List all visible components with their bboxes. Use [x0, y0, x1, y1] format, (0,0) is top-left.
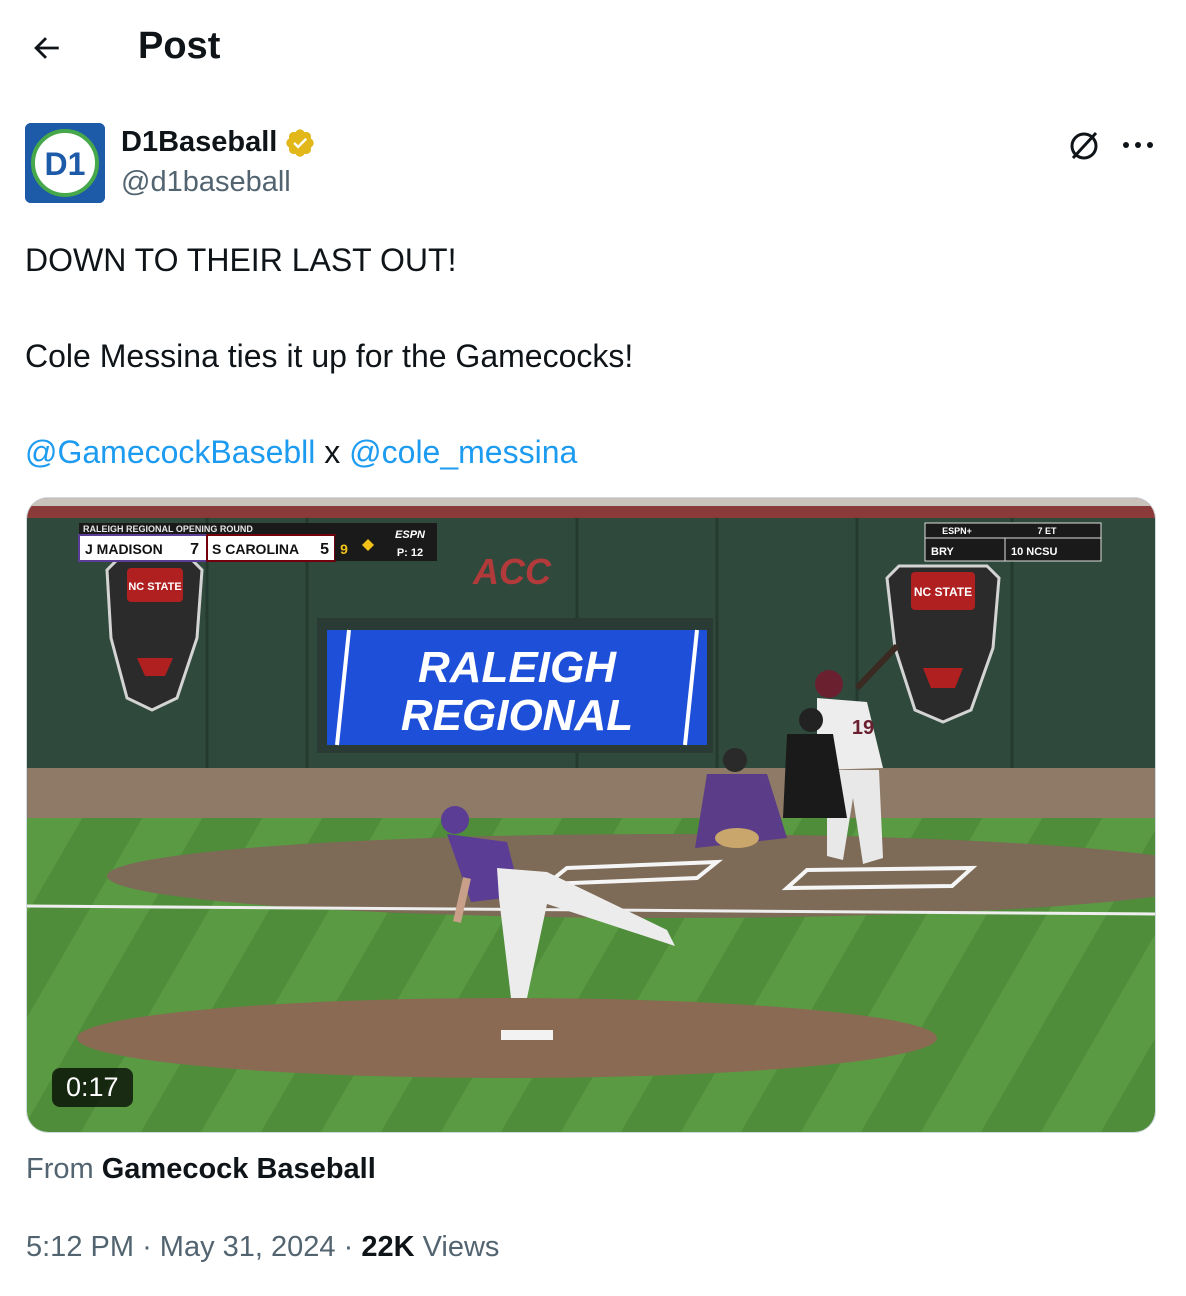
- mention-separator: x: [315, 434, 350, 470]
- post-time[interactable]: 5:12 PM: [26, 1231, 134, 1263]
- author-handle[interactable]: @d1baseball: [121, 166, 291, 199]
- video-duration-badge: 0:17: [52, 1068, 133, 1107]
- post-text: DOWN TO THEIR LAST OUT! Cole Messina tie…: [25, 236, 1155, 476]
- post-text-line: DOWN TO THEIR LAST OUT!: [25, 242, 457, 278]
- ticker-team1: BRY: [931, 546, 954, 558]
- mentions-line: @GamecockBasebll x @cole_messina: [25, 428, 1155, 476]
- author-name[interactable]: D1Baseball: [121, 126, 277, 159]
- mention-link[interactable]: @GamecockBasebll: [25, 434, 315, 470]
- scorebug-score1: 7: [190, 541, 199, 558]
- mention-link[interactable]: @cole_messina: [349, 434, 577, 470]
- more-options-icon[interactable]: [1118, 128, 1158, 164]
- author-name-row: D1Baseball: [121, 126, 316, 159]
- meta-separator: ·: [142, 1231, 152, 1263]
- back-arrow-icon[interactable]: [26, 28, 66, 68]
- avatar-logo-text: D1: [45, 146, 86, 182]
- top-bar: Post: [0, 0, 1186, 96]
- grok-icon[interactable]: [1066, 128, 1102, 164]
- ticker-team2: 10 NCSU: [1011, 546, 1058, 558]
- mascot-label: NC STATE: [128, 581, 181, 593]
- meta-separator: ·: [343, 1231, 354, 1263]
- views-label: Views: [422, 1231, 500, 1263]
- score-bug: RALEIGH REGIONAL OPENING ROUND J MADISON…: [78, 523, 437, 562]
- post-date[interactable]: May 31, 2024: [160, 1231, 336, 1263]
- verified-badge-icon: [286, 128, 315, 157]
- scorebug-score2: 5: [320, 541, 329, 558]
- acc-wall-logo: ACC: [472, 551, 552, 592]
- ticker-network: ESPN+: [942, 526, 972, 536]
- espn-ticker: ESPN+ 7 ET BRY 10 NCSU: [924, 522, 1102, 562]
- video-player[interactable]: NC STATE NC STATE ACC RALEIGH REGIONAL 1…: [26, 497, 1156, 1133]
- raleigh-regional-banner: RALEIGH REGIONAL: [317, 618, 713, 753]
- source-attribution: From Gamecock Baseball: [26, 1153, 376, 1186]
- avatar[interactable]: D1: [25, 123, 105, 203]
- page-title: Post: [138, 25, 221, 67]
- scorebug-inning: 9: [340, 541, 348, 557]
- post-meta: 5:12 PM · May 31, 2024 · 22K Views: [26, 1231, 499, 1264]
- from-label: From: [26, 1153, 94, 1185]
- svg-text:REGIONAL: REGIONAL: [401, 691, 633, 740]
- ticker-time: 7 ET: [1037, 526, 1057, 536]
- mascot-label: NC STATE: [914, 585, 972, 599]
- scorebug-team2: S CAROLINA: [212, 541, 299, 557]
- scorebug-round: RALEIGH REGIONAL OPENING ROUND: [83, 524, 253, 534]
- scorebug-team1: J MADISON: [85, 541, 163, 557]
- jersey-number: 19: [852, 717, 874, 739]
- post-text-line: Cole Messina ties it up for the Gamecock…: [25, 338, 634, 374]
- svg-text:RALEIGH: RALEIGH: [418, 643, 617, 692]
- scorebug-pitch-count: P: 12: [397, 547, 423, 559]
- views-count: 22K: [361, 1231, 415, 1263]
- scorebug-network: ESPN: [395, 529, 426, 541]
- source-link[interactable]: Gamecock Baseball: [102, 1153, 376, 1185]
